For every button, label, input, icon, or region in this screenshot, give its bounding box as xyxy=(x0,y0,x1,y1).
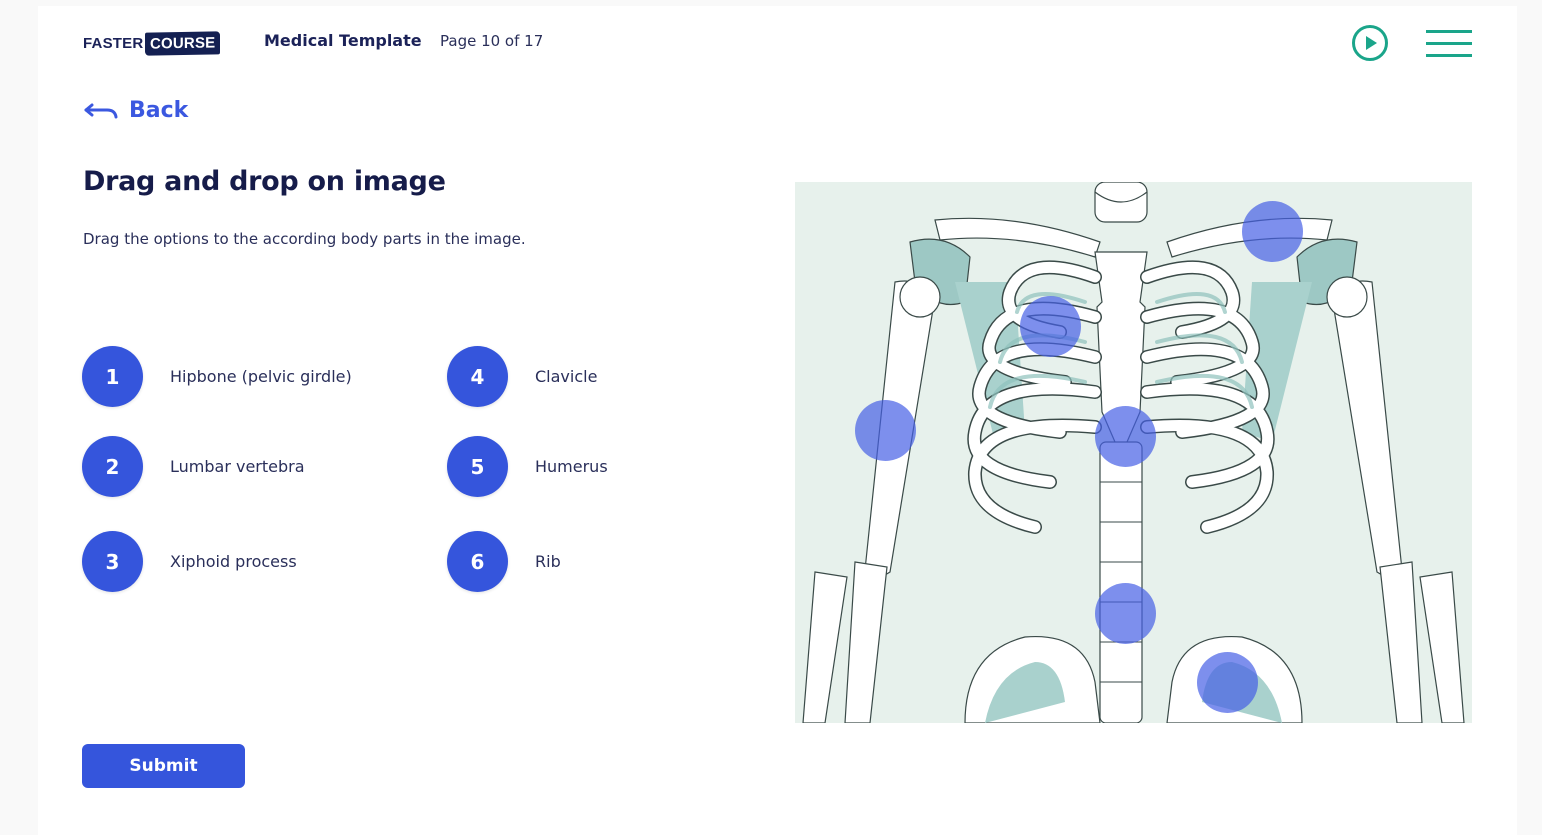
back-label: Back xyxy=(129,98,189,123)
page-indicator: Page 10 of 17 xyxy=(440,32,544,50)
option-number-badge: 5 xyxy=(447,436,508,497)
back-link[interactable]: Back xyxy=(83,98,188,123)
arrow-back-icon xyxy=(84,103,118,118)
logo-text-faster: FASTER xyxy=(83,34,144,52)
drop-zone-hipbone[interactable] xyxy=(1197,652,1258,713)
hamburger-line xyxy=(1426,42,1472,45)
option-number-badge: 4 xyxy=(447,346,508,407)
drag-option-5[interactable]: 5 Humerus xyxy=(447,436,608,497)
drag-option-4[interactable]: 4 Clavicle xyxy=(447,346,597,407)
drop-zone-clavicle[interactable] xyxy=(1242,201,1303,262)
option-label: Xiphoid process xyxy=(170,552,297,571)
logo-text-course: COURSE xyxy=(145,30,221,56)
page-title: Drag and drop on image xyxy=(83,166,446,197)
option-number-badge: 3 xyxy=(82,531,143,592)
drop-zone-lumbar[interactable] xyxy=(1095,583,1156,644)
logo: FASTER COURSE xyxy=(83,29,221,57)
instructions: Drag the options to the according body p… xyxy=(83,230,526,248)
drag-option-6[interactable]: 6 Rib xyxy=(447,531,561,592)
option-number-badge: 6 xyxy=(447,531,508,592)
option-label: Hipbone (pelvic girdle) xyxy=(170,367,352,386)
page: FASTER COURSE Medical Template Page 10 o… xyxy=(38,6,1517,835)
option-label: Clavicle xyxy=(535,367,598,386)
course-title: Medical Template xyxy=(264,31,422,50)
drag-option-3[interactable]: 3 Xiphoid process xyxy=(82,531,297,592)
submit-button[interactable]: Submit xyxy=(82,744,245,788)
hamburger-line xyxy=(1426,54,1472,57)
option-number-badge: 2 xyxy=(82,436,143,497)
play-button[interactable] xyxy=(1351,24,1389,62)
skeleton-image xyxy=(795,182,1472,723)
drag-option-1[interactable]: 1 Hipbone (pelvic girdle) xyxy=(82,346,352,407)
hamburger-menu-icon xyxy=(1426,30,1472,33)
drop-zone-humerus[interactable] xyxy=(855,400,916,461)
drop-zone-xiphoid[interactable] xyxy=(1095,406,1156,467)
drag-option-2[interactable]: 2 Lumbar vertebra xyxy=(82,436,305,497)
menu-button[interactable] xyxy=(1426,28,1474,62)
drop-zone-rib[interactable] xyxy=(1020,296,1081,357)
option-label: Humerus xyxy=(535,457,608,476)
play-circle-icon xyxy=(1352,25,1388,61)
option-number-badge: 1 xyxy=(82,346,143,407)
option-label: Lumbar vertebra xyxy=(170,457,305,476)
option-label: Rib xyxy=(535,552,561,571)
